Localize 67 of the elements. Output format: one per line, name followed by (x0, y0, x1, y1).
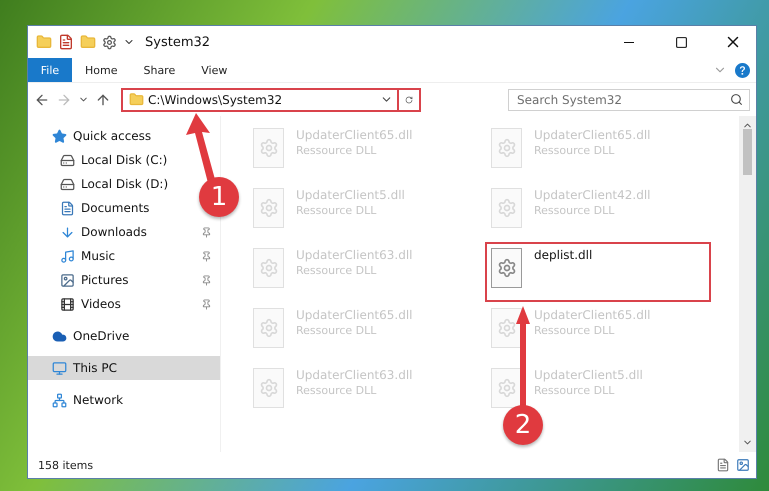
ribbon-tab[interactable]: Home (72, 58, 130, 82)
refresh-icon (405, 94, 413, 106)
sidebar-item[interactable]: Quick access (28, 124, 160, 148)
back-button[interactable] (34, 92, 50, 108)
ribbon-tab[interactable]: Share (130, 58, 188, 82)
drive-icon (60, 152, 75, 168)
large-icons-view-icon[interactable] (736, 458, 750, 472)
sidebar-item-label: Local Disk (D:) (81, 177, 168, 191)
document-icon (60, 200, 75, 216)
address-path: C:\Windows\System32 (147, 92, 284, 106)
folder-icon (129, 92, 144, 107)
file-type: Ressource DLL (296, 324, 378, 337)
sidebar-item-label: Documents (81, 201, 150, 215)
sidebar-item-label: Pictures (81, 273, 130, 287)
scrollbar-thumb[interactable] (743, 129, 752, 175)
file-type: Ressource DLL (534, 144, 616, 157)
sidebar-item-label: Music (81, 249, 116, 263)
up-button[interactable] (95, 92, 111, 108)
file-type: Ressource DLL (534, 324, 616, 337)
sidebar-item[interactable]: OneDrive (28, 324, 138, 348)
file-type: Ressource DLL (296, 204, 378, 217)
item-count: 158 items (38, 458, 94, 472)
picture-icon (60, 272, 75, 288)
sidebar-item[interactable]: Network (28, 388, 132, 412)
sidebar-item[interactable]: This PC (28, 356, 220, 380)
sidebar-item[interactable]: Local Disk (C:) (28, 148, 176, 172)
sidebar-item-label: OneDrive (73, 329, 130, 343)
ribbon-tab[interactable]: File (28, 58, 72, 82)
sidebar-item[interactable]: Downloads (28, 220, 220, 244)
sidebar-item[interactable]: Documents (28, 196, 158, 220)
address-bar[interactable]: C:\Windows\System32 (121, 88, 421, 112)
download-icon (60, 224, 75, 240)
properties-icon[interactable] (58, 34, 74, 50)
highlighted-file-item[interactable]: deplist.dll (485, 242, 711, 302)
search-icon (730, 93, 743, 106)
vertical-scrollbar[interactable] (739, 116, 756, 452)
sidebar-item-label: Local Disk (C:) (81, 153, 168, 167)
window-title: System32 (145, 34, 212, 50)
sidebar-item[interactable]: Local Disk (D:) (28, 172, 176, 196)
film-icon (60, 296, 75, 312)
drive-icon (60, 176, 75, 192)
ribbon-tab[interactable]: View (188, 58, 240, 82)
file-type: Ressource DLL (534, 384, 616, 397)
star-icon (52, 128, 67, 144)
details-view-icon[interactable] (716, 458, 730, 472)
cloud-icon (52, 328, 67, 344)
sidebar-item[interactable]: Videos (28, 292, 220, 316)
help-icon[interactable] (735, 62, 750, 78)
file-name: deplist.dll (534, 248, 592, 262)
sidebar-item-label: Network (73, 393, 124, 407)
file-type: Ressource DLL (534, 204, 616, 217)
file-type: Ressource DLL (296, 144, 378, 157)
folder-icon (36, 34, 52, 50)
network-icon (52, 392, 67, 408)
sidebar-item[interactable]: Music (28, 244, 220, 268)
file-type: Ressource DLL (296, 264, 378, 277)
search-field[interactable]: Search System32 (508, 88, 750, 110)
music-note-icon (60, 248, 75, 264)
sidebar-item-label: This PC (73, 361, 118, 375)
dll-file-icon (491, 248, 522, 288)
file-type: Ressource DLL (296, 384, 378, 397)
maximize-icon (674, 36, 688, 48)
sidebar-item-label: Quick access (73, 129, 152, 143)
sidebar-item[interactable]: Pictures (28, 268, 220, 292)
monitor-icon (52, 360, 67, 376)
sidebar-item-label: Videos (81, 297, 122, 311)
sidebar-item-label: Downloads (81, 225, 148, 239)
